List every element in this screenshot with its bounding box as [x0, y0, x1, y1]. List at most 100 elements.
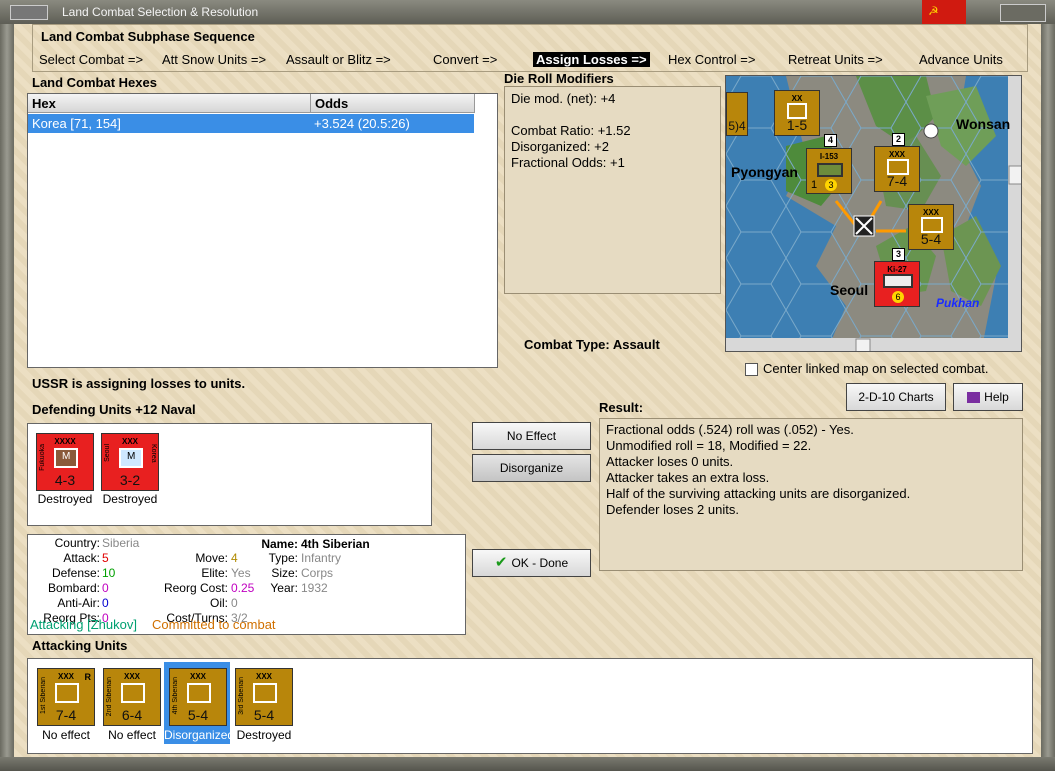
elite-label: Elite:	[201, 566, 228, 580]
attacking-status-4th-siberian: Disorganized	[164, 728, 235, 742]
name-label: Name:	[261, 537, 298, 551]
combat-type: Combat Type: Assault	[524, 337, 660, 352]
result-line: Half of the surviving attacking units ar…	[606, 486, 911, 501]
size-value: Corps	[301, 566, 334, 580]
map-counter-air[interactable]: XX 1-5	[774, 90, 820, 136]
left-border	[0, 24, 14, 764]
counter-value: 4-3	[54, 472, 76, 488]
subphase-title: Land Combat Subphase Sequence	[41, 29, 255, 44]
map-label-wonsan: Wonsan	[956, 116, 1011, 132]
counter-flag: Korea	[150, 444, 157, 463]
result-line: Defender loses 2 units.	[606, 502, 739, 517]
mountain-unit-icon: M	[119, 448, 143, 468]
defending-counter-seoul[interactable]: XXX Seoul Korea M 3-2	[101, 433, 159, 491]
charts-button[interactable]: 2-D-10 Charts	[846, 383, 946, 411]
attacking-counter-3rd-siberian[interactable]: XXX 3rd Siberian 5-4	[235, 668, 293, 726]
antiair-value: 0	[102, 596, 109, 610]
disorganize-button[interactable]: Disorganize	[472, 454, 591, 482]
column-header-hex[interactable]: Hex	[28, 94, 311, 113]
combat-ratio: Combat Ratio: +1.52	[511, 123, 631, 138]
hammer-sickle-icon: ☭	[928, 4, 939, 18]
step-select-combat: Select Combat =>	[39, 52, 144, 67]
unit-info-panel: Country: Siberia Attack: 5 Defense: 10 B…	[27, 534, 466, 635]
step-assign-losses: Assign Losses =>	[533, 52, 650, 67]
counter-flag: R	[84, 672, 92, 682]
no-effect-button[interactable]: No Effect	[472, 422, 591, 450]
defending-counter-fukuoka[interactable]: XXXX Fukuoka M 4-3	[36, 433, 94, 491]
window-menu-icon[interactable]	[10, 5, 48, 20]
fractional-odds-mod: Fractional Odds: +1	[511, 155, 625, 170]
type-value: Infantry	[301, 551, 342, 565]
year-value: 1932	[301, 581, 328, 595]
infantry-icon	[55, 683, 79, 703]
map-counter-1st-siberian[interactable]: XXX 7-4	[874, 146, 920, 192]
map-counter-size: XXX	[922, 208, 939, 217]
step-assault-or-blitz: Assault or Blitz =>	[286, 52, 391, 67]
map-counter-badge: 6	[892, 291, 904, 303]
defending-status-fukuoka: Destroyed	[37, 492, 93, 506]
map-counter-value: 1	[811, 179, 818, 191]
ussr-flag-icon: ☭	[922, 0, 966, 24]
column-header-odds[interactable]: Odds	[311, 94, 475, 113]
help-button[interactable]: Help	[953, 383, 1023, 411]
attacking-counter-2nd-siberian[interactable]: XXX 2nd Siberian 6-4	[103, 668, 161, 726]
attacking-status-1st-siberian: No effect	[42, 728, 90, 742]
map-horizontal-scrollbar[interactable]	[726, 338, 1022, 352]
counter-value: 5-4	[253, 707, 275, 723]
committed-status: Committed to combat	[152, 617, 276, 632]
close-button[interactable]	[1000, 4, 1046, 22]
center-map-checkbox[interactable]	[745, 363, 758, 376]
subphase-sequence: Land Combat Subphase Sequence Select Com…	[32, 24, 1028, 72]
center-map-label: Center linked map on selected combat.	[763, 361, 989, 376]
attacking-status: Attacking [Zhukov]	[30, 617, 137, 632]
bombard-label: Bombard:	[47, 581, 100, 595]
attacking-counter-4th-siberian[interactable]: XXX 4th Siberian 5-4	[169, 668, 227, 726]
step-hex-control: Hex Control =>	[668, 52, 756, 67]
mountain-unit-icon: M	[54, 448, 78, 468]
stack-badge: 3	[892, 248, 905, 261]
defense-label: Defense:	[51, 566, 100, 580]
title-bar: Land Combat Selection & Resolution ☭	[0, 0, 1055, 24]
counter-value: 5-4	[187, 707, 209, 723]
map-counter-4th-siberian[interactable]: XXX 5-4	[908, 204, 954, 250]
hexes-table: Hex Odds Korea [71, 154] +3.524 (20.5:26…	[27, 93, 498, 368]
attacking-title: Attacking Units	[32, 638, 128, 653]
attacking-counter-1st-siberian[interactable]: XXX R 1st Siberian 7-4	[37, 668, 95, 726]
window-title: Land Combat Selection & Resolution	[62, 5, 259, 19]
bombard-value: 0	[102, 581, 109, 595]
map-counter-seoul[interactable]: Ki-27 6	[874, 261, 920, 307]
hexes-title: Land Combat Hexes	[32, 75, 157, 90]
map-vscroll-thumb[interactable]	[1008, 165, 1022, 185]
map-counter-i153[interactable]: I-153 1 3	[806, 148, 852, 194]
attacking-status-2nd-siberian: No effect	[108, 728, 156, 742]
type-label: Type:	[268, 551, 298, 565]
antiair-label: Anti-Air:	[57, 596, 100, 610]
stack-badge: 4	[824, 134, 837, 147]
map-label-pukhan: Pukhan	[936, 296, 980, 310]
ok-done-button[interactable]: ✔ OK - Done	[472, 549, 591, 577]
status-text: USSR is assigning losses to units.	[32, 376, 246, 391]
checkmark-icon: ✔	[494, 554, 508, 571]
country-value: Siberia	[102, 536, 140, 550]
right-border	[1041, 24, 1055, 764]
map-counter-value: 5-4	[920, 231, 942, 247]
map-hscroll-thumb[interactable]	[855, 338, 871, 352]
ok-done-label: OK - Done	[511, 556, 569, 570]
attacking-units-panel: XXX R 1st Siberian 7-4 No effect XXX 2nd…	[27, 658, 1033, 754]
result-title: Result:	[599, 400, 644, 415]
counter-value: 6-4	[121, 707, 143, 723]
reorg-cost-label: Reorg Cost:	[163, 581, 228, 595]
disorganized-mod: Disorganized: +2	[511, 139, 609, 154]
defending-status-seoul: Destroyed	[102, 492, 158, 506]
linked-map[interactable]: Pyongyan Wonsan Seoul Pukhan XX 1-5 5)4 …	[725, 75, 1022, 352]
stack-badge: 2	[892, 133, 905, 146]
oil-label: Oil:	[210, 596, 228, 610]
year-label: Year:	[270, 581, 298, 595]
table-row[interactable]: Korea [71, 154] +3.524 (20.5:26)	[28, 114, 474, 133]
infantry-icon	[121, 683, 145, 703]
result-line: Attacker takes an extra loss.	[606, 470, 770, 485]
counter-name: Seoul	[104, 444, 111, 462]
map-counter-partial[interactable]: 5)4	[726, 92, 748, 136]
step-att-snow-units: Att Snow Units =>	[162, 52, 267, 67]
oil-value: 0	[231, 596, 238, 610]
